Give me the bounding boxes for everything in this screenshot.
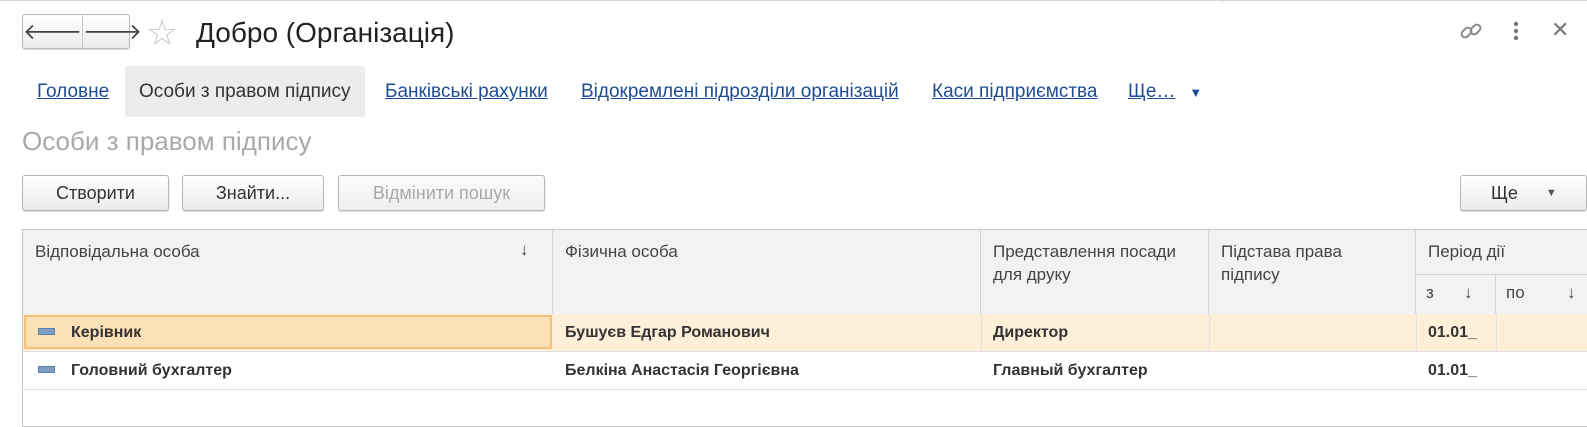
col-period-to-label: по xyxy=(1506,283,1525,302)
tab-cash-desks[interactable]: Каси підприємства xyxy=(932,66,1098,117)
cell-from: 01.01_ xyxy=(1428,362,1477,379)
col-person-label: Фізична особа xyxy=(565,242,678,261)
cell-position: Главный бухгалтер xyxy=(993,362,1148,379)
section-title: Особи з правом підпису xyxy=(22,126,312,156)
cell-basis xyxy=(1209,352,1416,390)
cell-position: Директор xyxy=(993,324,1069,341)
cell-responsible: Головний бухгалтер xyxy=(71,362,232,379)
tab-signatories[interactable]: Особи з правом підпису xyxy=(125,66,365,117)
triangle-down-icon: ▼ xyxy=(1189,85,1203,100)
back-button[interactable]: 🡐 xyxy=(23,15,82,48)
col-period-label: Період дії xyxy=(1428,242,1506,261)
col-basis[interactable]: Підстава права підпису xyxy=(1209,230,1416,314)
table-row[interactable]: Головний бухгалтер Белкіна Анастасія Гео… xyxy=(23,352,1587,390)
close-icon[interactable]: ✕ xyxy=(1551,16,1569,44)
record-icon xyxy=(38,328,55,335)
caret-down-icon: ▼ xyxy=(1545,187,1557,199)
more-button[interactable]: Ще ▼ xyxy=(1460,175,1587,211)
cell-person: Бушуєв Едгар Романович xyxy=(565,324,770,341)
create-button[interactable]: Створити xyxy=(22,175,169,211)
table-row[interactable]: Керівник Бушуєв Едгар Романович Директор… xyxy=(23,314,1587,352)
sort-down-icon: ↓ xyxy=(520,240,529,259)
col-period-from[interactable]: з xyxy=(1416,274,1496,314)
col-responsible[interactable]: Відповідальна особа xyxy=(23,230,553,314)
signatories-table: Відповідальна особа ↓ Фізична особа Пред… xyxy=(22,229,1587,427)
col-period: Період дії xyxy=(1416,230,1587,274)
history-nav: 🡐 🡒 xyxy=(22,14,142,49)
record-icon xyxy=(38,366,55,373)
col-basis-label: Підстава права підпису xyxy=(1221,242,1342,284)
cell-person: Белкіна Анастасія Георгієвна xyxy=(565,362,799,379)
sort-down-icon: ↓ xyxy=(1567,283,1576,302)
top-border-tick xyxy=(1222,0,1223,3)
arrow-left-icon: 🡐 xyxy=(23,18,82,44)
cell-basis xyxy=(1209,314,1416,352)
col-person[interactable]: Фізична особа xyxy=(553,230,981,314)
star-icon[interactable]: ☆ xyxy=(146,13,178,53)
window-title: Добро (Організація) xyxy=(196,17,455,48)
kebab-menu-icon[interactable] xyxy=(1507,18,1525,51)
cancel-search-button[interactable]: Відмінити пошук xyxy=(338,175,545,211)
tab-bank-accounts[interactable]: Банківські рахунки xyxy=(385,66,548,117)
tab-more[interactable]: Ще… ▼ xyxy=(1128,66,1202,117)
cell-from: 01.01_ xyxy=(1428,324,1477,341)
top-border xyxy=(0,0,1587,1)
col-position-label: Представлення посади для друку xyxy=(993,242,1176,284)
link-icon[interactable] xyxy=(1458,18,1484,51)
col-responsible-label: Відповідальна особа xyxy=(35,242,200,261)
find-button[interactable]: Знайти... xyxy=(182,175,324,211)
tab-main[interactable]: Головне xyxy=(37,66,109,117)
col-period-from-label: з xyxy=(1426,283,1434,302)
forward-button[interactable]: 🡒 xyxy=(82,15,142,48)
sort-down-icon: ↓ xyxy=(1464,283,1473,302)
col-position[interactable]: Представлення посади для друку xyxy=(981,230,1209,314)
cell-to xyxy=(1496,314,1587,352)
tab-divisions[interactable]: Відокремлені підрозділи організацій xyxy=(581,66,899,117)
tab-more-label: Ще… xyxy=(1128,81,1176,102)
more-button-label: Ще xyxy=(1491,182,1518,203)
cell-responsible: Керівник xyxy=(71,324,142,341)
arrow-right-icon: 🡒 xyxy=(83,18,142,44)
table-header: Відповідальна особа ↓ Фізична особа Пред… xyxy=(23,230,1587,315)
cell-to xyxy=(1496,352,1587,390)
